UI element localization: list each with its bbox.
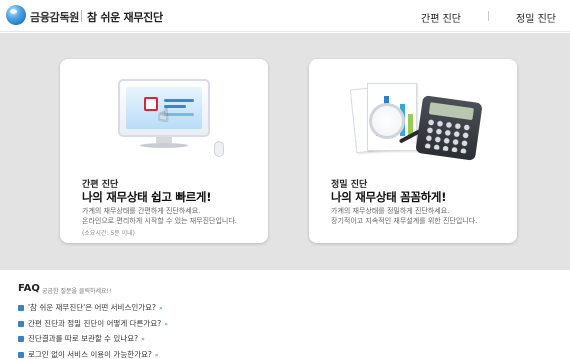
faq-hint: 궁금한 질문을 클릭하세요!! [42, 288, 112, 295]
detail-diagnosis-card[interactable]: 정밀 진단 나의 재무상태 꼼꼼하게! 가계의 재무상태를 정밀하게 진단하세요… [309, 59, 517, 243]
card-description: 가계의 재무상태를 정밀하게 진단하세요. 장기적이고 지속적인 재무설계를 위… [331, 207, 478, 225]
simple-diagnosis-card[interactable]: ☝ 간편 진단 나의 재무상태 쉽고 빠르게! 가계의 재무상태를 간편하게 진… [60, 59, 268, 243]
hero-section: ☝ 간편 진단 나의 재무상태 쉽고 빠르게! 가계의 재무상태를 간편하게 진… [0, 33, 570, 270]
more-arrow-icon: » [141, 336, 145, 343]
calculator-icon [415, 95, 483, 161]
fss-logo-icon[interactable] [6, 5, 26, 25]
card-headline: 나의 재무상태 꼼꼼하게! [331, 190, 447, 204]
logo-divider [81, 10, 82, 22]
clock-icon [369, 103, 405, 139]
more-arrow-icon: » [164, 320, 168, 328]
faq-item[interactable]: 로그인 없이 서비스 이용이 가능한가요?» [18, 350, 168, 359]
card-description: 가계의 재무상태를 간편하게 진단하세요. 온라인으로 편리하게 시작할 수 있… [82, 207, 238, 225]
faq-question[interactable]: 간편 진단과 정밀 진단이 어떻게 다른가요? [28, 319, 161, 328]
nav-simple-diagnosis[interactable]: 간편 진단 [421, 10, 461, 25]
nav-detail-diagnosis[interactable]: 정밀 진단 [516, 10, 556, 25]
service-title[interactable]: 참 쉬운 재무진단 [87, 9, 163, 25]
bullet-icon [18, 336, 24, 342]
more-arrow-icon: » [154, 351, 159, 359]
faq-question[interactable]: '참 쉬운 재무진단'은 어떤 서비스인가요? [28, 303, 156, 312]
faq-item[interactable]: 진단결과를 따로 보관할 수 있나요?» [18, 334, 168, 350]
faq-title: FAQ [18, 283, 40, 294]
faq-list: '참 쉬운 재무진단'은 어떤 서비스인가요?» 간편 진단과 정밀 진단이 어… [18, 303, 168, 359]
faq-item[interactable]: 간편 진단과 정밀 진단이 어떻게 다른가요?» [18, 319, 168, 335]
nav-divider [488, 11, 489, 21]
card-time-note: (소요시간: 5분 이내) [82, 230, 135, 237]
bullet-icon [18, 320, 24, 327]
faq-question[interactable]: 진단결과를 따로 보관할 수 있나요? [28, 334, 138, 343]
more-arrow-icon: » [159, 305, 163, 312]
top-header: 금융감독원 참 쉬운 재무진단 간편 진단 정밀 진단 [0, 0, 570, 32]
hand-cursor-icon: ☝ [158, 105, 169, 126]
bullet-icon [18, 351, 24, 358]
org-name[interactable]: 금융감독원 [30, 9, 79, 25]
mouse-icon [214, 141, 224, 157]
faq-question[interactable]: 로그인 없이 서비스 이용이 가능한가요? [28, 350, 152, 359]
card-headline: 나의 재무상태 쉽고 빠르게! [82, 190, 212, 204]
bullet-icon [18, 305, 24, 311]
checkbox-icon [144, 97, 158, 111]
faq-item[interactable]: '참 쉬운 재무진단'은 어떤 서비스인가요?» [18, 303, 168, 319]
faq-section: FAQ 궁금한 질문을 클릭하세요!! '참 쉬운 재무진단'은 어떤 서비스인… [0, 270, 570, 359]
